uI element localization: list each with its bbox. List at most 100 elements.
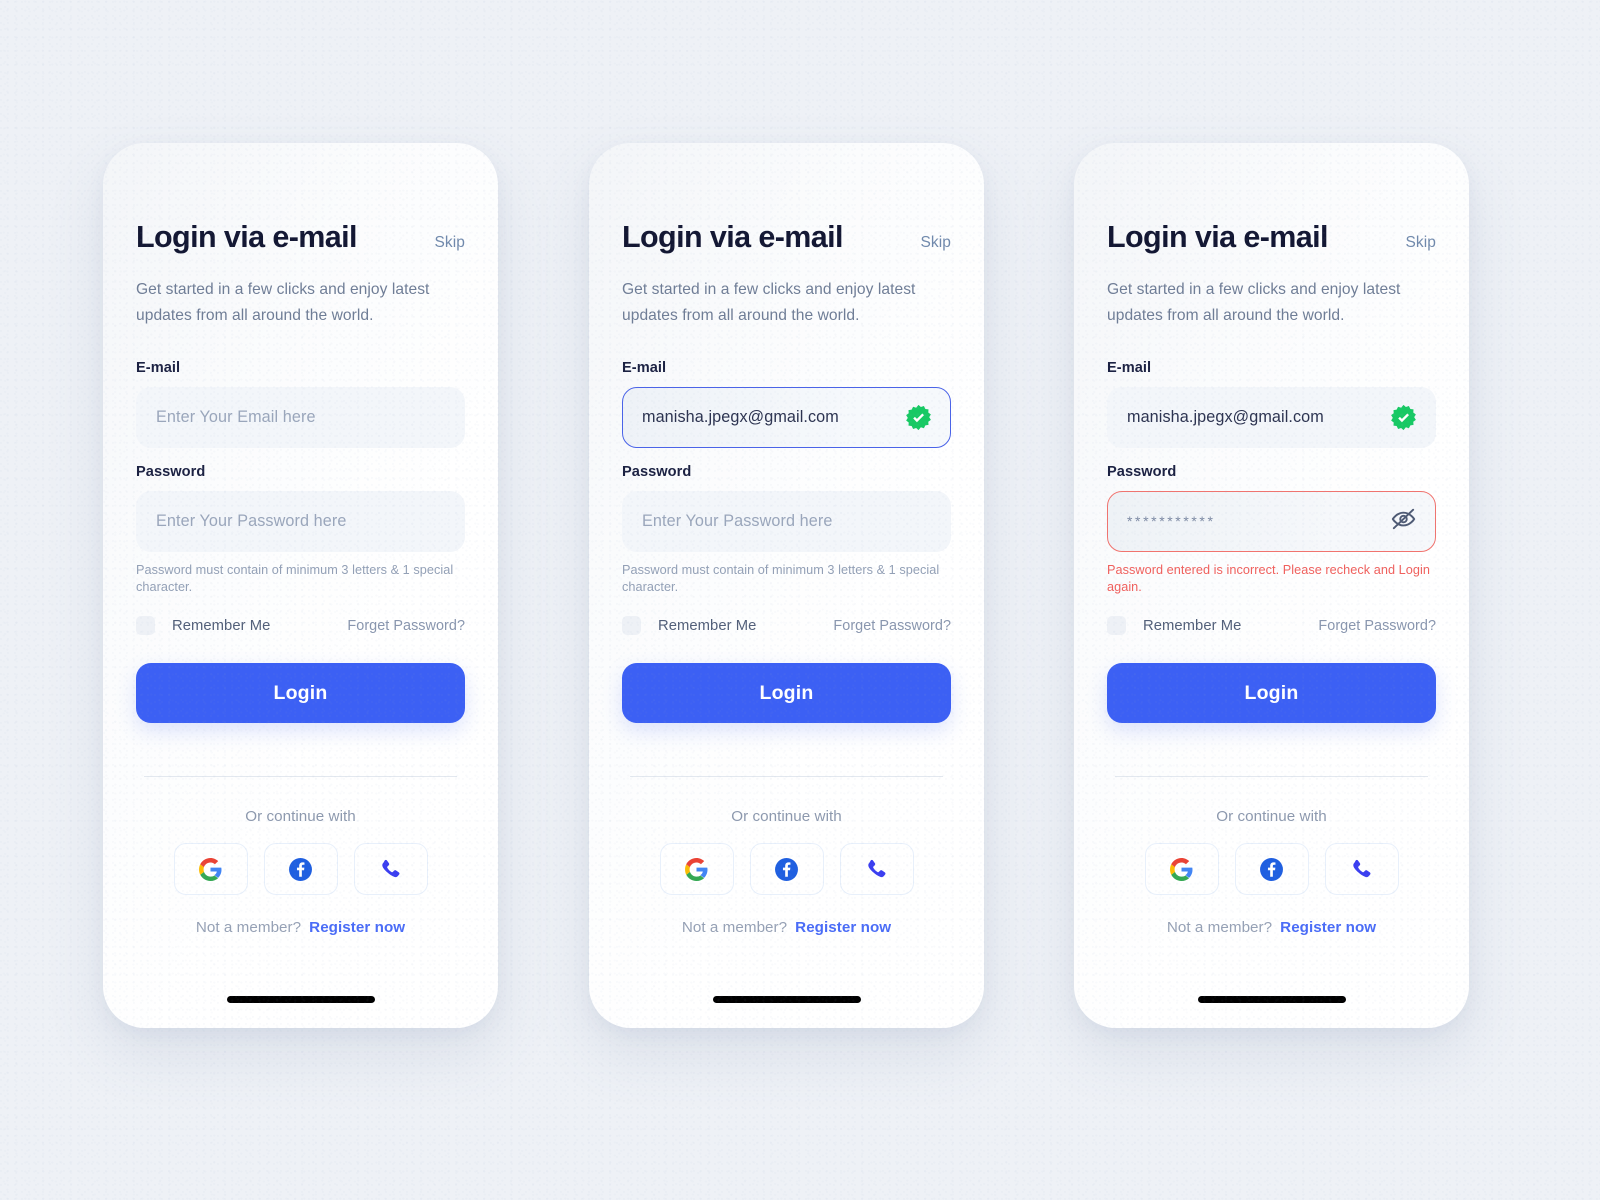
forgot-password-link[interactable]: Forget Password?	[833, 618, 951, 634]
register-now-link[interactable]: Register now	[309, 919, 405, 936]
email-field-block: E-mail manisha.jpegx@gmail.com	[1107, 360, 1436, 448]
remember-me-checkbox[interactable]	[622, 616, 641, 636]
login-button[interactable]: Login	[1107, 663, 1436, 724]
skip-link[interactable]: Skip	[1405, 234, 1436, 252]
google-icon	[684, 857, 709, 882]
section-divider	[144, 776, 457, 778]
email-input-value: manisha.jpegx@gmail.com	[1127, 407, 1324, 426]
screen-content: Login via e-mail Skip Get started in a few…	[589, 143, 984, 1028]
password-input-value: Enter Your Password here	[156, 511, 347, 530]
social-login-facebook-button[interactable]	[263, 843, 338, 896]
remember-forgot-row: Remember Me Forget Password?	[136, 616, 465, 636]
header-row: Login via e-mail Skip	[136, 220, 465, 255]
remember-me-label: Remember Me	[1143, 617, 1242, 634]
email-field-block: E-mail manisha.jpegx@gmail.com	[622, 360, 951, 448]
home-indicator	[1197, 996, 1346, 1003]
remember-me-group[interactable]: Remember Me	[622, 616, 757, 636]
social-login-facebook-button[interactable]	[749, 843, 824, 896]
password-field-block: Password Enter Your Password here Password…	[622, 464, 951, 596]
remember-me-group[interactable]: Remember Me	[136, 616, 271, 636]
social-login-phone-button[interactable]	[1324, 843, 1399, 896]
email-label: E-mail	[1107, 359, 1152, 376]
register-now-link[interactable]: Register now	[1280, 919, 1376, 936]
phone-icon	[1349, 857, 1374, 882]
email-field-block: E-mail Enter Your Email here	[136, 360, 465, 448]
forgot-password-link[interactable]: Forget Password?	[347, 618, 465, 634]
password-helper-text: Password must contain of minimum 3 lette…	[622, 562, 940, 595]
phone-icon	[864, 857, 889, 882]
social-login-phone-button[interactable]	[353, 843, 428, 896]
home-indicator	[226, 996, 375, 1003]
email-label: E-mail	[136, 359, 181, 376]
password-input[interactable]: ***********	[1107, 490, 1436, 552]
social-login-row	[136, 843, 465, 896]
password-field-block: Password Enter Your Password here Password…	[136, 464, 465, 596]
social-login-row	[622, 843, 951, 896]
facebook-icon	[1259, 857, 1284, 882]
phone-screen-empty-state: Login via e-mail Skip Get started in a few…	[103, 143, 498, 1028]
home-indicator	[712, 996, 861, 1003]
not-a-member-text: Not a member?	[1166, 919, 1273, 937]
skip-link[interactable]: Skip	[434, 234, 465, 252]
email-label: E-mail	[622, 359, 667, 376]
screen-content: Login via e-mail Skip Get started in a few…	[103, 143, 498, 1028]
google-icon	[1169, 857, 1194, 882]
page-subtitle: Get started in a few clicks and enjoy la…	[1107, 280, 1401, 324]
phone-icon	[378, 857, 403, 882]
or-continue-with-label: Or continue with	[731, 808, 842, 826]
password-error-message: Password entered is incorrect. Please re…	[1107, 562, 1430, 595]
email-input-value: Enter Your Email here	[156, 407, 316, 426]
or-continue-with-label: Or continue with	[1216, 808, 1327, 826]
password-input[interactable]: Enter Your Password here	[622, 490, 951, 552]
password-input-value: ***********	[1127, 513, 1216, 530]
not-a-member-text: Not a member?	[681, 919, 788, 937]
page-subtitle: Get started in a few clicks and enjoy la…	[622, 280, 916, 324]
remember-me-checkbox[interactable]	[136, 616, 155, 636]
remember-me-checkbox[interactable]	[1107, 616, 1126, 636]
toggle-password-visibility-button[interactable]	[1390, 505, 1417, 537]
phone-screen-password-error-state: Login via e-mail Skip Get started in a few…	[1074, 143, 1469, 1028]
social-login-phone-button[interactable]	[839, 843, 914, 896]
or-continue-with-label: Or continue with	[245, 808, 356, 826]
email-input[interactable]: manisha.jpegx@gmail.com	[622, 386, 951, 448]
login-button[interactable]: Login	[622, 663, 951, 724]
section-divider	[1115, 776, 1428, 778]
page-title: Login via e-mail	[622, 220, 844, 254]
social-login-google-button[interactable]	[173, 843, 248, 896]
social-login-google-button[interactable]	[659, 843, 734, 896]
verified-badge-icon	[905, 404, 932, 431]
social-login-row	[1107, 843, 1436, 896]
social-login-facebook-button[interactable]	[1234, 843, 1309, 896]
password-field-block: Password *********** Password entered is …	[1107, 464, 1436, 596]
email-input[interactable]: Enter Your Email here	[136, 386, 465, 448]
email-input[interactable]: manisha.jpegx@gmail.com	[1107, 386, 1436, 448]
remember-me-label: Remember Me	[172, 617, 271, 634]
page-title: Login via e-mail	[1107, 220, 1329, 254]
email-input-value: manisha.jpegx@gmail.com	[642, 407, 839, 426]
facebook-icon	[288, 857, 313, 882]
forgot-password-link[interactable]: Forget Password?	[1318, 618, 1436, 634]
social-login-google-button[interactable]	[1144, 843, 1219, 896]
register-prompt-row: Not a member? Register now	[136, 919, 465, 936]
screens-container: Login via e-mail Skip Get started in a few…	[0, 0, 1600, 1200]
section-divider	[630, 776, 943, 778]
password-input-value: Enter Your Password here	[642, 511, 833, 530]
register-now-link[interactable]: Register now	[795, 919, 891, 936]
not-a-member-text: Not a member?	[195, 919, 302, 937]
header-row: Login via e-mail Skip	[622, 220, 951, 255]
facebook-icon	[774, 857, 799, 882]
remember-me-label: Remember Me	[658, 617, 757, 634]
phone-screen-email-verified-state: Login via e-mail Skip Get started in a few…	[589, 143, 984, 1028]
login-button[interactable]: Login	[136, 663, 465, 724]
skip-link[interactable]: Skip	[920, 234, 951, 252]
remember-forgot-row: Remember Me Forget Password?	[622, 616, 951, 636]
password-input[interactable]: Enter Your Password here	[136, 490, 465, 552]
remember-forgot-row: Remember Me Forget Password?	[1107, 616, 1436, 636]
page-title: Login via e-mail	[136, 220, 358, 254]
google-icon	[198, 857, 223, 882]
verified-badge-icon	[1390, 404, 1417, 431]
remember-me-group[interactable]: Remember Me	[1107, 616, 1242, 636]
register-prompt-row: Not a member? Register now	[622, 919, 951, 936]
password-label: Password	[622, 463, 692, 480]
screen-content: Login via e-mail Skip Get started in a few…	[1074, 143, 1469, 1028]
